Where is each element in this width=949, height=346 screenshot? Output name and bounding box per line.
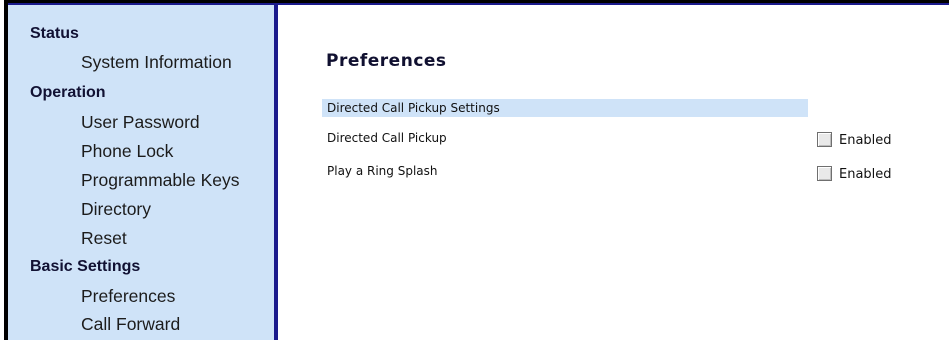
directed-call-pickup-enabled-label: Enabled xyxy=(839,133,892,148)
sidebar-item-user-password[interactable]: User Password xyxy=(81,112,200,133)
sidebar-item-preferences[interactable]: Preferences xyxy=(81,286,175,307)
nav-section-status: Status xyxy=(30,25,79,42)
sidebar-item-call-forward[interactable]: Call Forward xyxy=(81,314,180,335)
sidebar-item-directory[interactable]: Directory xyxy=(81,199,151,220)
page-title: Preferences xyxy=(326,51,447,71)
sidebar-item-reset[interactable]: Reset xyxy=(81,228,127,249)
setting-label-play-ring-splash: Play a Ring Splash xyxy=(327,164,438,178)
nav-section-basic-settings: Basic Settings xyxy=(30,258,141,275)
nav-section-operation: Operation xyxy=(30,84,106,101)
section-header-label: Directed Call Pickup Settings xyxy=(327,101,500,115)
section-header-bar: Directed Call Pickup Settings xyxy=(322,99,808,117)
sidebar-nav: Status System Information Operation User… xyxy=(8,5,278,342)
main-content: Preferences Directed Call Pickup Setting… xyxy=(278,5,949,346)
bottom-edge xyxy=(0,340,300,346)
play-ring-splash-enabled-label: Enabled xyxy=(839,167,892,182)
play-ring-splash-checkbox[interactable] xyxy=(817,166,832,181)
directed-call-pickup-checkbox[interactable] xyxy=(817,132,832,147)
sidebar-item-system-information[interactable]: System Information xyxy=(81,52,232,73)
sidebar-item-programmable-keys[interactable]: Programmable Keys xyxy=(81,170,240,191)
sidebar-item-phone-lock[interactable]: Phone Lock xyxy=(81,141,173,162)
setting-label-directed-call-pickup: Directed Call Pickup xyxy=(327,131,447,145)
